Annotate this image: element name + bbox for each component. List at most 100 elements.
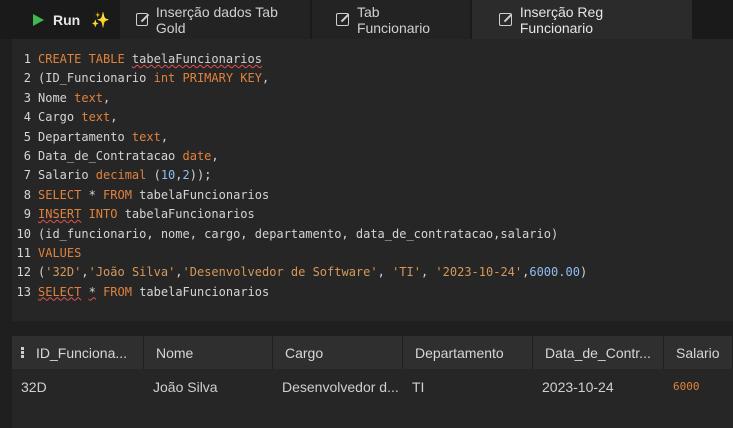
line-number: 1 <box>23 52 31 66</box>
code-text: (ID_Funcionario int PRIMARY KEY, <box>38 69 269 88</box>
line-number: 4 <box>23 110 31 125</box>
line-number: 8 <box>23 187 31 202</box>
code-line[interactable]: 10 (id_funcionario, nome, cargo, departam… <box>12 225 733 244</box>
code-token: tabelaFuncionarios <box>131 187 270 202</box>
code-text: Nome text, <box>38 89 110 108</box>
edit-icon <box>499 13 512 26</box>
edit-icon <box>136 13 148 26</box>
code-line[interactable]: 13 SELECT * FROM tabelaFuncionarios <box>12 283 733 302</box>
cell-nome[interactable]: João Silva <box>144 379 273 395</box>
code-text: VALUES <box>38 244 81 263</box>
code-token: 'TI' <box>392 265 421 280</box>
code-line[interactable]: 5 Departamento text, <box>12 128 733 147</box>
line-number: 11 <box>16 245 31 260</box>
code-token: (id_funcionario, nome, cargo, departamen… <box>38 226 559 241</box>
code-line[interactable]: 9 INSERT INTO tabelaFuncionarios <box>12 205 733 224</box>
code-text: Cargo text, <box>38 108 118 127</box>
run-label: Run <box>53 11 81 28</box>
code-text: (id_funcionario, nome, cargo, departamen… <box>38 225 558 244</box>
tab-bar-filler <box>694 0 733 39</box>
code-line[interactable]: 4 Cargo text, <box>12 108 733 127</box>
column-header-departamento[interactable]: Departamento <box>403 336 533 369</box>
table-row[interactable]: 32D João Silva Desenvolvedor d... TI 202… <box>12 369 733 404</box>
code-line[interactable]: 8 SELECT * FROM tabelaFuncionarios <box>12 186 733 205</box>
code-token: , <box>420 265 436 280</box>
column-header-cargo[interactable]: Cargo <box>273 336 403 369</box>
code-token: text <box>74 90 104 105</box>
code-text: CREATE TABLE tabelaFuncionarios <box>38 50 262 69</box>
column-menu-icon[interactable] <box>21 346 24 359</box>
line-number: 13 <box>16 284 31 299</box>
code-token: VALUES <box>38 245 82 260</box>
code-line[interactable]: 7 Salario decimal (10,2)); <box>12 166 733 185</box>
code-token: SELECT <box>38 284 82 299</box>
cell-departamento[interactable]: TI <box>403 379 533 395</box>
code-token: )); <box>189 168 212 183</box>
column-header-nome[interactable]: Nome <box>144 336 273 369</box>
code-token: Cargo <box>38 110 82 125</box>
code-token: INSERT <box>38 207 82 222</box>
code-token: decimal <box>95 168 147 183</box>
code-line[interactable]: 6 Data_de_Contratacao date, <box>12 147 733 166</box>
code-token: tabelaFuncionarios <box>131 284 270 299</box>
results-grid: ID_Funciona... Nome Cargo Departamento D… <box>12 336 733 428</box>
code-text: INSERT INTO tabelaFuncionarios <box>38 205 255 224</box>
code-text: SELECT * FROM tabelaFuncionarios <box>38 283 269 302</box>
code-token: * <box>88 284 96 299</box>
code-text: SELECT * FROM tabelaFuncionarios <box>38 186 269 205</box>
code-line[interactable]: 11 VALUES <box>12 244 733 263</box>
code-token: , <box>110 110 118 125</box>
code-token: ) <box>579 265 588 280</box>
tab-insercao-reg-funcionario[interactable]: Inserção Reg Funcionario <box>472 0 692 39</box>
code-token: INTO <box>81 207 118 222</box>
code-token: Salario <box>38 168 96 183</box>
code-token: * <box>81 187 104 202</box>
code-token: (ID_Funcionario <box>38 71 154 86</box>
cell-data[interactable]: 2023-10-24 <box>533 379 664 395</box>
code-token: int PRIMARY KEY <box>153 71 262 86</box>
column-header-label: Departamento <box>415 344 504 361</box>
column-header-id[interactable]: ID_Funciona... <box>12 336 144 369</box>
code-text: ('32D','João Silva','Desenvolvedor de So… <box>38 263 587 282</box>
code-token: '2023-10-24' <box>435 265 523 280</box>
column-header-data[interactable]: Data_de_Contr... <box>533 336 664 369</box>
line-number: 6 <box>23 148 31 163</box>
run-button[interactable]: Run <box>0 0 83 39</box>
code-line[interactable]: 12 ('32D','João Silva','Desenvolvedor de … <box>12 263 733 282</box>
code-token: Departamento <box>38 129 132 144</box>
code-token: , <box>160 129 169 144</box>
code-token: text <box>81 110 111 125</box>
tab-tab-funcionario[interactable]: Tab Funcionario <box>312 0 470 39</box>
code-line[interactable]: 2 (ID_Funcionario int PRIMARY KEY, <box>12 69 733 88</box>
column-header-label: ID_Funciona... <box>36 344 128 361</box>
column-header-label: Nome <box>156 344 194 361</box>
tab-label: Tab Funcionario <box>356 3 431 36</box>
code-token: , <box>377 265 393 280</box>
code-token: FROM <box>103 284 132 299</box>
code-token: , <box>103 90 111 105</box>
code-token: , <box>211 148 219 163</box>
cell-cargo[interactable]: Desenvolvedor d... <box>273 379 403 395</box>
code-token: , <box>175 265 183 280</box>
column-header-salario[interactable]: Salario <box>664 336 733 369</box>
line-number: 2 <box>23 71 31 86</box>
code-token: 'João Silva' <box>88 265 176 280</box>
tab-label: Inserção Reg Funcionario <box>519 3 604 36</box>
code-line[interactable]: 3 Nome text, <box>12 89 733 108</box>
line-number: 12 <box>16 265 31 280</box>
code-token: text <box>131 129 161 144</box>
code-token: tabelaFuncionarios <box>117 207 255 222</box>
cell-salario[interactable]: 6000 <box>664 380 733 393</box>
code-token: 10 <box>160 168 176 183</box>
code-token: date <box>182 148 212 163</box>
code-line[interactable]: 1 CREATE TABLE tabelaFuncionarios <box>12 50 733 69</box>
tab-insercao-dados-tab-gold[interactable]: Inserção dados Tab Gold <box>120 0 310 39</box>
code-token: ( <box>146 168 161 183</box>
ai-assist-button[interactable]: ✨ <box>83 0 120 39</box>
cell-id[interactable]: 32D <box>12 379 144 395</box>
code-token: , <box>175 168 183 183</box>
tab-label: Inserção dados Tab Gold <box>155 3 278 36</box>
sql-editor[interactable]: 1 CREATE TABLE tabelaFuncionarios 2 (ID_Fun… <box>12 39 733 321</box>
